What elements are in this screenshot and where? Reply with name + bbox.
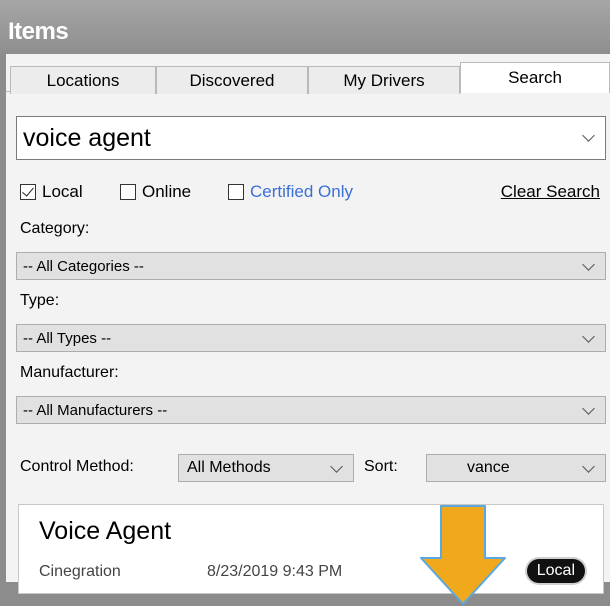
manufacturer-label: Manufacturer:	[20, 364, 119, 381]
tab-strip: Locations Discovered My Drivers Search	[6, 60, 610, 94]
online-label: Online	[142, 182, 192, 201]
manufacturer-value: -- All Manufacturers --	[23, 401, 168, 419]
tab-label: My Drivers	[343, 70, 425, 90]
category-value: -- All Categories --	[23, 257, 144, 275]
category-select[interactable]: -- All Categories --	[16, 252, 606, 280]
sort-value: vance	[467, 459, 510, 476]
certified-filter[interactable]: Certified Only	[228, 182, 353, 202]
chevron-down-icon	[330, 460, 343, 473]
sort-select[interactable]: vance	[426, 454, 606, 482]
tab-discovered[interactable]: Discovered	[156, 66, 308, 94]
local-checkbox[interactable]	[20, 184, 36, 200]
control-method-select[interactable]: All Methods	[178, 454, 354, 482]
sort-label: Sort:	[364, 458, 398, 475]
clear-search-link[interactable]: Clear Search	[501, 182, 600, 202]
tab-label: Discovered	[189, 70, 275, 90]
type-label: Type:	[20, 292, 60, 309]
local-label: Local	[42, 182, 83, 201]
control-method-label: Control Method:	[20, 458, 134, 475]
type-value: -- All Types --	[23, 329, 112, 347]
chevron-down-icon	[582, 330, 595, 343]
online-filter[interactable]: Online	[120, 182, 191, 202]
local-badge: Local	[526, 559, 585, 583]
certified-checkbox[interactable]	[228, 184, 244, 200]
type-select[interactable]: -- All Types --	[16, 324, 606, 352]
category-label: Category:	[20, 220, 90, 237]
tab-label: Locations	[46, 70, 120, 90]
result-item[interactable]: Voice Agent Cinegration 8/23/2019 9:43 P…	[18, 504, 604, 594]
search-combobox[interactable]	[16, 116, 606, 160]
local-filter[interactable]: Local	[20, 182, 83, 202]
control-method-value: All Methods	[187, 459, 271, 476]
result-title: Voice Agent	[39, 517, 172, 545]
tab-locations[interactable]: Locations	[10, 66, 156, 94]
tab-label: Search	[508, 68, 562, 87]
down-arrow-icon	[420, 505, 506, 605]
filter-row: Local Online Certified Only Clear Search	[20, 182, 600, 206]
online-checkbox[interactable]	[120, 184, 136, 200]
items-panel: Locations Discovered My Drivers Search L…	[6, 54, 610, 605]
chevron-down-icon[interactable]	[582, 129, 595, 142]
panel-header: Items	[0, 0, 610, 54]
tab-my-drivers[interactable]: My Drivers	[308, 66, 460, 94]
chevron-down-icon	[582, 258, 595, 271]
chevron-down-icon	[582, 460, 595, 473]
panel-title: Items	[8, 18, 69, 45]
certified-label: Certified Only	[250, 182, 353, 201]
manufacturer-select[interactable]: -- All Manufacturers --	[16, 396, 606, 424]
result-date: 8/23/2019 9:43 PM	[207, 563, 343, 580]
tab-search[interactable]: Search	[460, 62, 610, 93]
chevron-down-icon	[582, 402, 595, 415]
result-manufacturer: Cinegration	[39, 563, 121, 580]
search-input[interactable]	[23, 121, 563, 155]
